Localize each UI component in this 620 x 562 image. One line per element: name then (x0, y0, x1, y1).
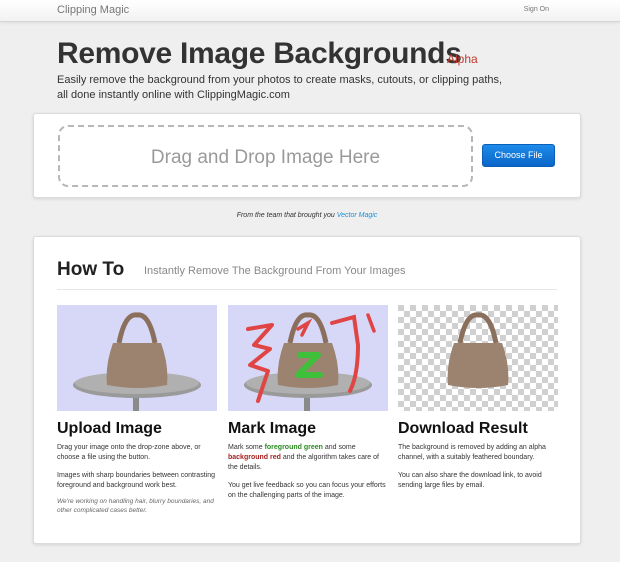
page-title: Remove Image Backgrounds (57, 37, 462, 70)
sign-in-link[interactable]: Sign On (524, 6, 549, 13)
download-result-illustration (398, 305, 558, 411)
background-red-label: background red (228, 454, 281, 461)
howto-title: How To (57, 259, 125, 280)
alpha-badge: Alpha (447, 52, 478, 66)
foreground-green-label: foreground green (264, 444, 323, 451)
upload-image-illustration (57, 305, 217, 411)
brand-link[interactable]: Clipping Magic (57, 4, 129, 16)
page-subtitle: Easily remove the background from your p… (57, 74, 503, 101)
vector-magic-link[interactable]: Vector Magic (337, 212, 378, 219)
step-upload-title: Upload Image (57, 420, 162, 437)
upload-panel: Drag and Drop Image Here Choose File (33, 113, 581, 198)
divider (57, 289, 557, 290)
choose-file-button[interactable]: Choose File (482, 144, 555, 167)
mark-image-illustration (228, 305, 388, 411)
step-download-title: Download Result (398, 420, 528, 437)
step-mark-text-1: Mark some foreground green and some back… (228, 443, 388, 473)
mark-text-part-b: and some (324, 444, 356, 451)
credits-line: From the team that brought you Vector Ma… (0, 212, 614, 219)
step-mark: Mark Image Mark some foreground green an… (228, 305, 388, 501)
credits-text: From the team that brought you (236, 212, 335, 219)
step-download: Download Result The background is remove… (398, 305, 558, 491)
drop-zone-label: Drag and Drop Image Here (150, 147, 381, 168)
step-upload-text-1: Drag your image onto the drop-zone above… (57, 444, 201, 461)
step-mark-text-2: You get live feedback so you can focus y… (228, 482, 386, 499)
step-upload-text-2: Images with sharp boundaries between con… (57, 472, 215, 489)
mark-text-part-a: Mark some (228, 444, 263, 451)
step-upload: Upload Image Drag your image onto the dr… (57, 305, 217, 515)
howto-subtitle: Instantly Remove The Background From You… (144, 265, 406, 277)
howto-panel: How To Instantly Remove The Background F… (33, 236, 581, 544)
step-download-text-1: The background is removed by adding an a… (398, 444, 546, 461)
step-mark-title: Mark Image (228, 420, 317, 437)
step-download-text-2: You can also share the download link, to… (398, 472, 542, 489)
top-navbar: Clipping Magic Sign On (0, 0, 620, 22)
drop-zone[interactable]: Drag and Drop Image Here (58, 125, 473, 187)
step-upload-note: We're working on handling hair, blurry b… (57, 498, 214, 514)
